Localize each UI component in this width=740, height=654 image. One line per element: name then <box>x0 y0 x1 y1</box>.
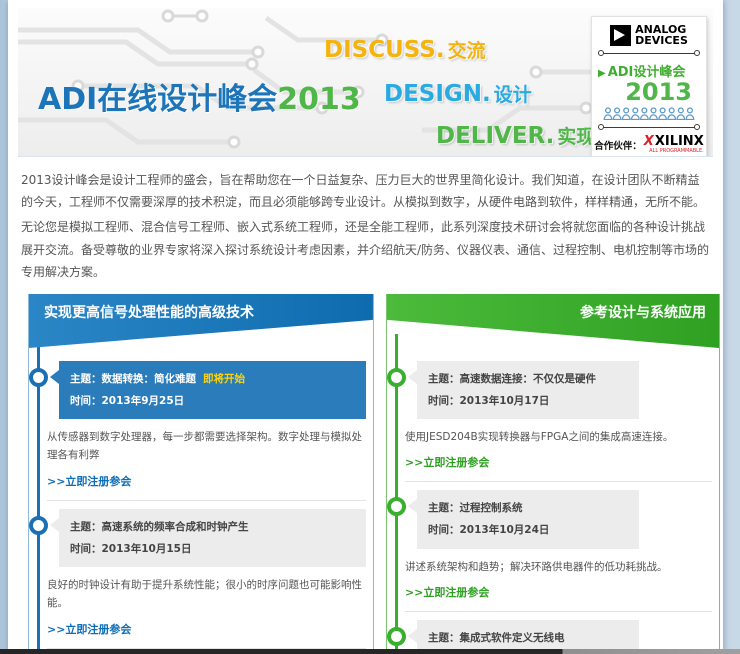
session-time: 2013年10月15日 <box>102 543 192 555</box>
timeline-dot-icon <box>387 368 406 387</box>
summit-arrow-icon: ▶ <box>598 68 606 79</box>
session-item: 主题：过程控制系统 时间：2013年10月24日 讲述系统架构和趋势；解决环路供… <box>405 490 712 611</box>
column-reference-design: 参考设计与系统应用 主题：高速数据连接：不仅仅是硬件 时间：2013年10月17… <box>386 294 720 654</box>
topic-label: 主题： <box>428 373 460 385</box>
column-header: 参考设计与系统应用 <box>387 294 719 348</box>
session-time: 2013年10月24日 <box>459 524 549 536</box>
session-description: 从传感器到数字处理器，每一步都需要选择架构。数字处理与模拟处理各有利弊 <box>47 428 364 465</box>
page-title-main: ADI在线设计峰会 <box>38 82 277 117</box>
adi-triangle-icon <box>610 25 631 46</box>
session-time: 2013年10月17日 <box>459 395 549 407</box>
slogan-deliver-en: DELIVER. <box>436 123 554 149</box>
session-list: 主题：数据转换：简化难题即将开始 时间：2013年9月25日 从传感器到数字处理… <box>29 348 373 654</box>
session-topic: 高速系统的频率合成和时钟产生 <box>102 521 249 533</box>
timeline-dot-icon <box>387 497 406 516</box>
session-card: 主题：高速数据连接：不仅仅是硬件 时间：2013年10月17日 <box>417 361 639 419</box>
session-time: 2013年9月25日 <box>102 395 185 407</box>
window-bottom-edge <box>0 649 740 654</box>
summit-year: 2013 <box>598 80 700 105</box>
column-header: 实现更高信号处理性能的高级技术 <box>29 294 373 348</box>
session-description: 讲述系统架构和趋势；解决环路供电器件的低功耗挑战。 <box>405 558 710 576</box>
intro-text: 2013设计峰会是设计工程师的盛会，旨在帮助您在一个日益复杂、压力巨大的世界里简… <box>21 169 710 286</box>
separator <box>405 481 712 482</box>
page: ADI在线设计峰会2013 DISCUSS.交流 DESIGN.设计 DELIV… <box>8 0 723 654</box>
session-description: 良好的时钟设计有助于提升系统性能；很小的时序问题也可能影响性能。 <box>47 576 364 613</box>
session-item: 主题：高速系统的频率合成和时钟产生 时间：2013年10月15日 良好的时钟设计… <box>47 509 366 649</box>
session-card: 主题：高速系统的频率合成和时钟产生 时间：2013年10月15日 <box>59 509 366 567</box>
wire-divider <box>599 127 699 128</box>
page-title: ADI在线设计峰会2013 <box>38 74 361 118</box>
session-item: 主题：高速数据连接：不仅仅是硬件 时间：2013年10月17日 使用JESD20… <box>405 361 712 482</box>
page-title-year: 2013 <box>277 82 361 117</box>
session-item: 主题：数据转换：简化难题即将开始 时间：2013年9月25日 从传感器到数字处理… <box>47 361 366 501</box>
session-card: 主题：过程控制系统 时间：2013年10月24日 <box>417 490 639 548</box>
starting-soon-badge: 即将开始 <box>203 373 245 385</box>
intro-paragraph-1: 2013设计峰会是设计工程师的盛会，旨在帮助您在一个日益复杂、压力巨大的世界里简… <box>21 169 710 213</box>
xilinx-name: XILINX <box>655 135 704 148</box>
register-link[interactable]: >>立即注册参会 <box>47 473 131 489</box>
xilinx-x-icon: X <box>644 135 654 148</box>
analog-devices-logo: ANALOG DEVICES <box>598 24 700 46</box>
slogan-discuss: DISCUSS.交流 <box>324 36 486 63</box>
slogan-design-en: DESIGN. <box>384 81 491 107</box>
session-card: 主题：数据转换：简化难题即将开始 时间：2013年9月25日 <box>59 361 366 419</box>
topic-label: 主题： <box>428 502 460 514</box>
timeline-dot-icon <box>29 368 48 387</box>
time-label: 时间： <box>70 543 102 555</box>
session-description: 使用JESD204B实现转换器与FPGA之间的集成高速连接。 <box>405 428 710 446</box>
timeline-dot-icon <box>29 516 48 535</box>
slogan-discuss-en: DISCUSS. <box>324 37 445 63</box>
topic-label: 主题： <box>70 521 102 533</box>
xilinx-logo: XXILINX ALL PROGRAMMABLE. <box>644 135 704 154</box>
session-topic: 高速数据连接：不仅仅是硬件 <box>459 373 596 385</box>
topic-label: 主题： <box>428 632 460 644</box>
session-list: 主题：高速数据连接：不仅仅是硬件 时间：2013年10月17日 使用JESD20… <box>387 348 719 654</box>
intro-paragraph-2: 无论您是模拟工程师、混合信号工程师、嵌入式系统工程师，还是全能工程师，此系列深度… <box>21 216 710 283</box>
topic-label: 主题： <box>70 373 102 385</box>
register-link[interactable]: >>立即注册参会 <box>47 621 131 637</box>
register-link[interactable]: >>立即注册参会 <box>405 454 489 470</box>
xilinx-tagline: ALL PROGRAMMABLE. <box>649 149 704 154</box>
partner-label: 合作伙伴： <box>594 138 642 154</box>
wire-divider <box>599 53 699 54</box>
audience-people-icon <box>603 107 695 120</box>
time-label: 时间： <box>428 524 460 536</box>
slogan-design-zh: 设计 <box>494 84 532 106</box>
time-label: 时间： <box>428 395 460 407</box>
slogan-discuss-zh: 交流 <box>448 40 486 62</box>
time-label: 时间： <box>70 395 102 407</box>
session-topic: 过程控制系统 <box>459 502 522 514</box>
slogan-deliver: DELIVER.实现 <box>436 122 595 149</box>
session-topic: 集成式软件定义无线电 <box>459 632 564 644</box>
separator <box>47 500 366 501</box>
column-advanced-tech: 实现更高信号处理性能的高级技术 主题：数据转换：简化难题即将开始 时间：2013… <box>28 294 374 654</box>
separator <box>405 611 712 612</box>
slogan-deliver-zh: 实现 <box>557 126 595 148</box>
session-topic: 数据转换：简化难题 <box>102 373 197 385</box>
timeline-dot-icon <box>387 627 406 646</box>
event-logo-card: ANALOG DEVICES ▶ADI设计峰会 2013 合作伙伴： XXILI… <box>591 16 707 157</box>
slogan-design: DESIGN.设计 <box>384 80 532 107</box>
adi-brand-line2: DEVICES <box>635 34 688 47</box>
session-columns: 实现更高信号处理性能的高级技术 主题：数据转换：简化难题即将开始 时间：2013… <box>28 294 720 654</box>
register-link[interactable]: >>立即注册参会 <box>405 584 489 600</box>
banner: ADI在线设计峰会2013 DISCUSS.交流 DESIGN.设计 DELIV… <box>18 8 713 157</box>
